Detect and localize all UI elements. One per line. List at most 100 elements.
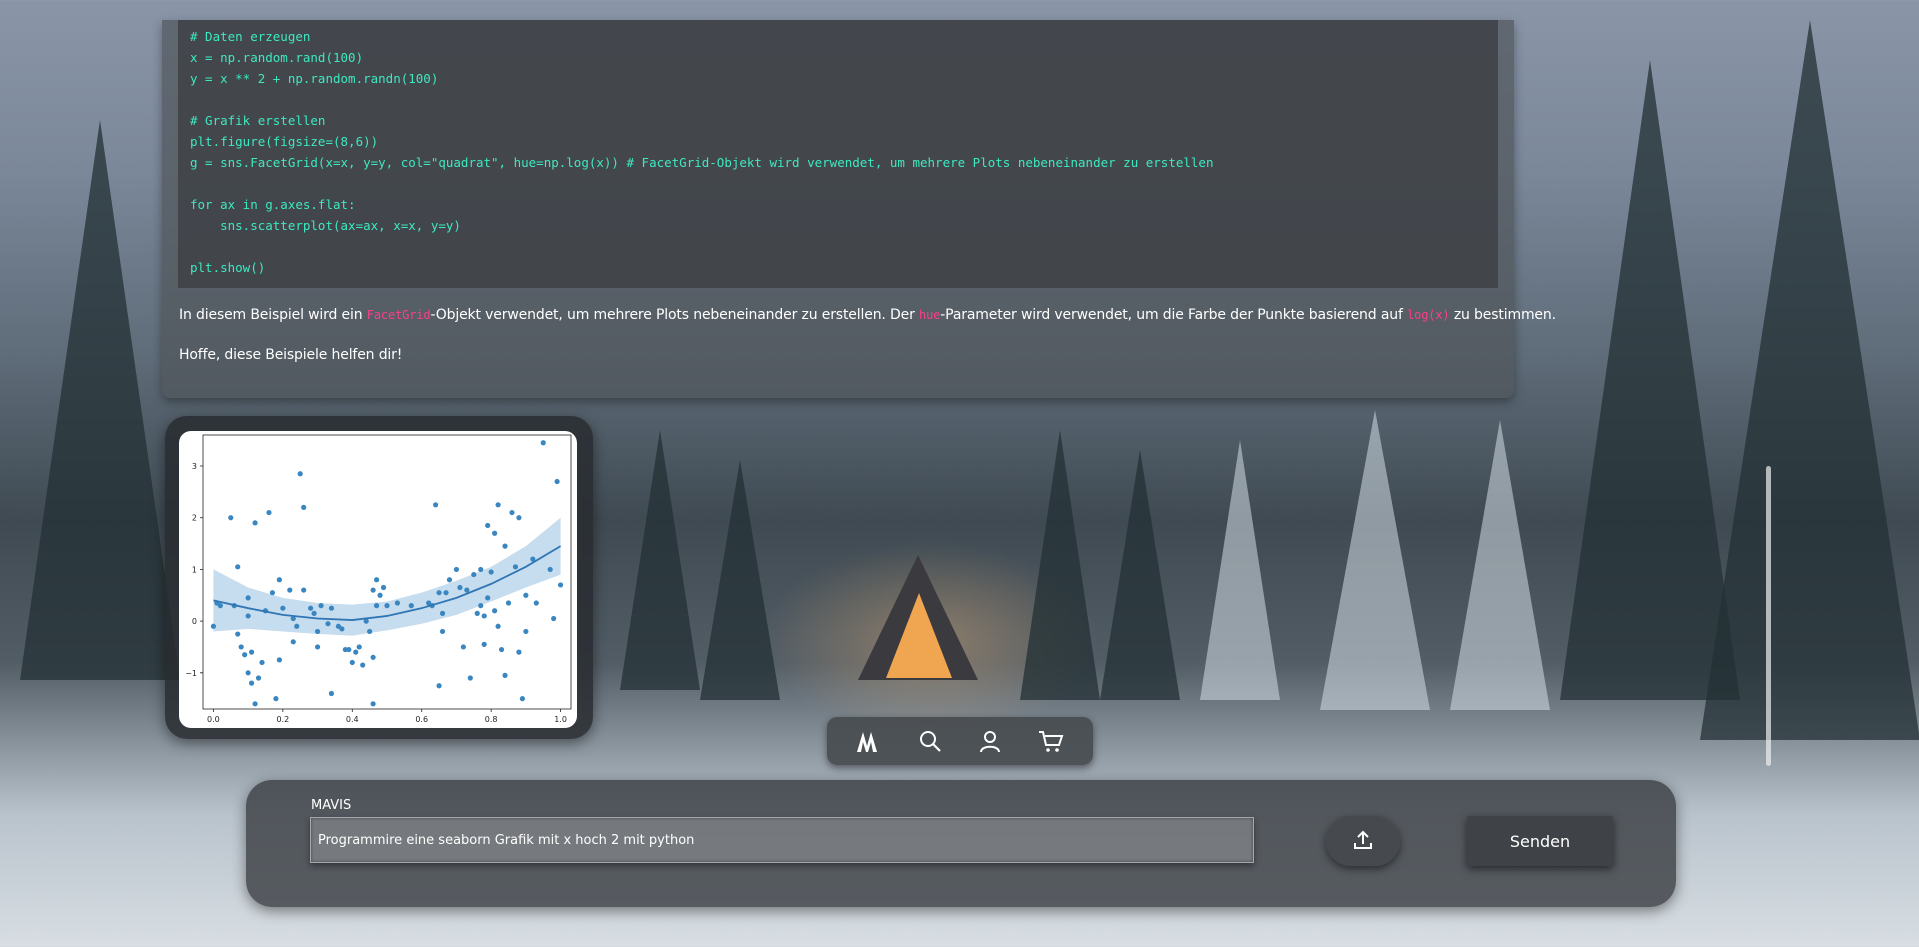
data-point: [210, 623, 217, 629]
data-point: [488, 569, 494, 575]
y-tick-label: 1: [192, 565, 197, 574]
data-point: [436, 590, 442, 596]
data-point: [394, 600, 401, 606]
data-point: [485, 595, 491, 601]
data-point: [446, 577, 453, 583]
data-point: [498, 646, 505, 653]
data-point: [276, 657, 282, 663]
data-point: [314, 644, 321, 650]
code-line: # Grafik erstellen: [190, 113, 326, 128]
code-line: # Daten erzeugen: [190, 29, 311, 44]
data-point: [308, 605, 314, 611]
x-tick-label: 0.6: [415, 715, 428, 724]
inline-code: hue: [919, 308, 941, 322]
chat-response-panel: # Daten erzeugen x = np.random.rand(100)…: [162, 20, 1556, 398]
data-point: [318, 603, 324, 609]
response-text: -Parameter wird verwendet, um die Farbe …: [940, 307, 1408, 323]
x-tick-label: 0.4: [346, 715, 359, 724]
data-point: [280, 605, 286, 611]
data-point: [245, 670, 251, 676]
data-point: [502, 672, 508, 678]
data-point: [516, 649, 522, 655]
data-point: [495, 623, 501, 629]
data-point: [276, 577, 282, 583]
data-point: [349, 659, 355, 666]
cabin-illustration: [858, 555, 978, 680]
code-block: # Daten erzeugen x = np.random.rand(100)…: [178, 20, 1498, 288]
user-icon[interactable]: [973, 724, 1007, 758]
data-point: [453, 566, 460, 573]
data-point: [433, 502, 439, 508]
data-point: [439, 628, 446, 635]
chat-input-bar: MAVIS Senden: [246, 780, 1676, 907]
response-closing: Hoffe, diese Beispiele helfen dir!: [179, 347, 403, 363]
data-point: [255, 675, 262, 681]
upload-button[interactable]: [1326, 816, 1400, 866]
data-point: [235, 631, 241, 637]
data-point: [547, 566, 553, 573]
data-point: [325, 621, 331, 627]
data-point: [495, 502, 501, 508]
data-point: [245, 613, 251, 619]
data-point: [516, 515, 522, 521]
data-point: [370, 701, 376, 707]
data-point: [492, 530, 498, 536]
data-point: [249, 649, 255, 655]
data-point: [249, 680, 255, 686]
data-point: [252, 701, 258, 707]
data-point: [509, 509, 515, 516]
send-button[interactable]: Senden: [1467, 816, 1613, 866]
inline-code: FacetGrid: [366, 308, 431, 322]
data-point: [287, 587, 293, 593]
data-point: [294, 623, 300, 629]
data-point: [523, 628, 529, 635]
data-point: [370, 654, 376, 660]
data-point: [460, 644, 466, 650]
plot-card: 0.0 0.2 0.4 0.6 0.8 1.0 −1 0 1 2 3: [165, 416, 593, 739]
data-point: [481, 641, 487, 647]
data-point: [492, 608, 498, 614]
y-tick-label: 2: [192, 514, 197, 523]
data-point: [370, 587, 376, 593]
data-point: [339, 626, 345, 632]
data-point: [242, 652, 248, 658]
response-paragraph: In diesem Beispiel wird ein FacetGrid-Ob…: [179, 307, 1556, 323]
data-point: [380, 584, 387, 591]
data-point: [373, 603, 380, 609]
data-point: [328, 605, 335, 611]
data-point: [485, 522, 491, 529]
data-point: [471, 571, 477, 578]
y-tick-label: −1: [185, 669, 197, 678]
bottom-nav: [827, 717, 1093, 765]
logo-icon[interactable]: [852, 724, 886, 758]
input-label: MAVIS: [311, 798, 352, 813]
data-point: [367, 628, 373, 635]
data-point: [269, 590, 276, 596]
data-point: [523, 592, 529, 598]
response-text: In diesem Beispiel wird ein: [179, 307, 367, 323]
upload-icon: [1352, 829, 1374, 854]
scrollbar[interactable]: [1766, 466, 1771, 766]
data-point: [464, 587, 470, 593]
data-point: [356, 644, 362, 650]
prompt-input[interactable]: [310, 817, 1254, 863]
data-point: [408, 603, 414, 609]
y-tick-label: 3: [192, 462, 197, 471]
confidence-band: [213, 517, 561, 636]
data-point: [512, 564, 519, 570]
x-tick-label: 1.0: [554, 715, 567, 724]
data-point: [505, 600, 512, 606]
data-point: [311, 610, 317, 616]
cart-icon[interactable]: [1034, 724, 1068, 758]
data-point: [554, 478, 560, 485]
data-point: [228, 515, 234, 521]
search-icon[interactable]: [913, 724, 947, 758]
data-point: [245, 595, 251, 601]
code-line: g = sns.FacetGrid(x=x, y=y, col="quadrat…: [190, 155, 1214, 170]
data-point: [360, 662, 366, 668]
data-point: [436, 683, 442, 689]
data-point: [328, 690, 335, 697]
